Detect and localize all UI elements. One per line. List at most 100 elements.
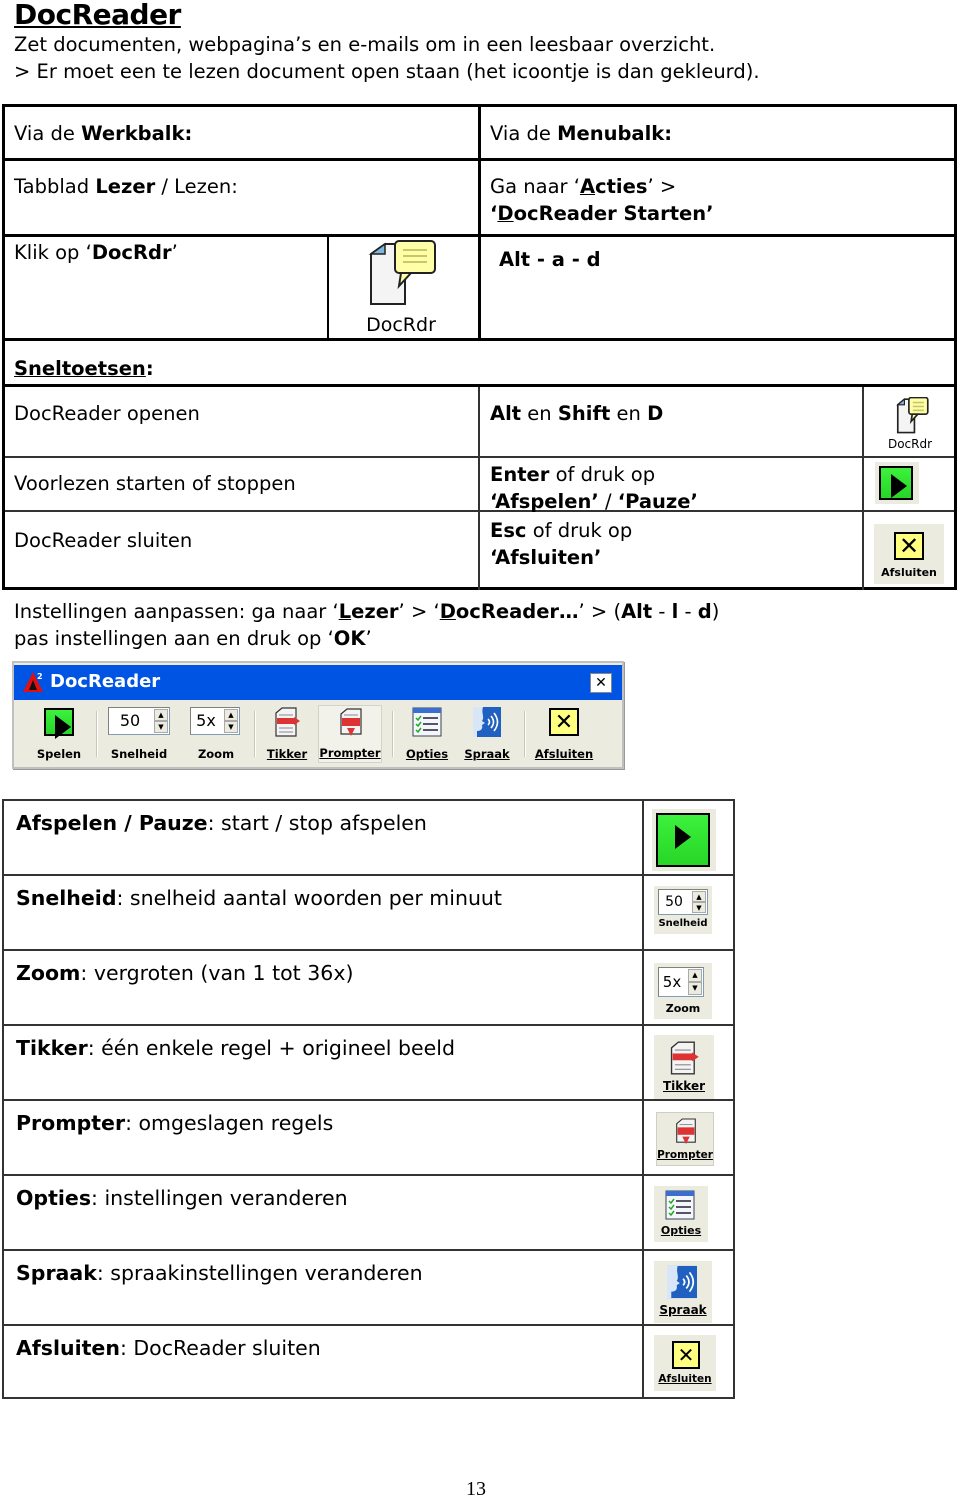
click-target: DocRdr [91,241,172,264]
toolbar-separator [96,711,98,757]
open-docreader-table: Via de Werkbalk: Via de Menubalk: Tabbla… [2,104,957,590]
close-x-icon: ✕ [549,708,579,736]
opties-label: Opties [402,747,452,761]
prompter-icon [676,1118,696,1145]
function-name: Afsluiten [16,1336,120,1360]
accel: L [338,600,352,623]
tab-suffix: / Lezen: [155,175,238,198]
app-logo-icon: 2 [23,672,43,692]
afsluiten-sample-button[interactable]: ✕ Afsluiten [654,1335,716,1391]
play-icon [44,708,74,739]
page-title: DocReader [14,0,181,31]
toolbar-prompter-button[interactable]: Prompter [318,705,382,763]
play-icon [879,466,913,500]
spraak-sample-label-text: Spraak [659,1303,707,1317]
text: ’ > ( [578,600,622,623]
click-prefix: Klik op ‘ [14,241,92,264]
afsluiten-label-text: Afsluiten [534,747,594,761]
toolbar-separator [524,711,526,757]
prompter-sample-label-text: Prompter [657,1149,713,1161]
function-row: Prompter: omgeslagen regels [16,1111,333,1135]
function-desc: : één enkele regel + origineel beeld [87,1036,455,1060]
speed-spinner[interactable]: 50 ▲ ▼ [108,707,170,735]
function-desc: : omgeslagen regels [125,1111,334,1135]
divider [4,874,733,876]
function-name: Prompter [16,1111,126,1135]
text: Instellingen aanpassen: ga naar ‘ [14,600,339,623]
function-row: Opties: instellingen veranderen [16,1186,348,1210]
function-row: Afsluiten: DocReader sluiten [16,1336,321,1360]
prompter-sample-button[interactable]: Prompter [656,1112,714,1166]
tikker-sample-button[interactable]: Tikker [654,1035,714,1099]
toolbar-header: Via de Werkbalk: [14,120,192,147]
key-esc: Esc [490,519,527,542]
spin-up-button: ▲ [688,969,702,982]
menubar-header: Via de Menubalk: [490,120,672,147]
spraak-sample-button[interactable]: Spraak [654,1261,712,1323]
toolbar-tikker-button[interactable]: Tikker [262,705,312,763]
tikker-sample-label-text: Tikker [663,1079,705,1093]
zoom-spinner-sample[interactable]: 5x ▲ ▼ Zoom [654,963,712,1019]
speed-spinner-sample[interactable]: 50 ▲ ▼ Snelheid [654,886,712,934]
toolbar-spraak-button[interactable]: Spraak [462,705,512,763]
window-title: DocReader [50,671,161,692]
docrdr-small-button[interactable]: DocRdr [885,396,935,455]
function-name: Snelheid [16,886,117,910]
spin-up-button[interactable]: ▲ [224,709,238,721]
docreader-window: 2 DocReader ✕ Spelen 50 ▲ ▼ Snelheid 5x ▲… [12,661,624,769]
speed-value: 50 [119,711,141,730]
zoom-spinner[interactable]: 5x ▲ ▼ [190,707,240,735]
btn-pauze-ref: ‘Pauze’ [617,490,698,513]
spin-up-button[interactable]: ▲ [154,709,168,721]
function-name: Afspelen / Pauze [16,811,208,835]
docrdr-icon [896,396,929,434]
opties-sample-button[interactable]: Opties [654,1186,708,1242]
functions-table: Afspelen / Pauze: start / stop afspelen … [2,799,735,1399]
divider [327,234,329,338]
speed-control: 50 ▲ ▼ Snelheid [106,705,172,763]
spinner-buttons: ▲ ▼ [154,709,168,733]
toolbar-play-button[interactable]: Spelen [28,705,90,763]
intro-note: > Er moet een te lezen document open sta… [14,60,760,83]
key-enter: Enter [490,463,550,486]
btn-afsluiten-ref: ‘Afsluiten’ [490,546,602,569]
play-icon [656,813,710,867]
window-close-button[interactable]: ✕ [590,673,612,693]
spinner-buttons: ▲ ▼ [688,969,702,995]
function-desc: : vergroten (van 1 tot 36x) [80,961,354,985]
toolbar-opties-button[interactable]: Opties [402,705,452,763]
shortcut-action: Voorlezen starten of stoppen [14,472,296,495]
spin-down-button[interactable]: ▼ [224,721,238,733]
opties-sample-label: Opties [654,1224,708,1237]
quote: ’ [706,202,714,225]
shortcut-keys: Enter of druk op ‘Afspelen’ / ‘Pauze’ [490,461,698,515]
divider [4,1174,733,1176]
spin-down-button[interactable]: ▼ [154,721,168,733]
toolbar-afsluiten-button[interactable]: ✕ Afsluiten [532,705,596,763]
prompter-sample-label: Prompter [657,1149,713,1161]
divider [4,1324,733,1326]
shortcut-action: DocReader openen [14,402,200,425]
function-desc: : start / stop afspelen [207,811,427,835]
btn-afspelen-ref: ‘Afspelen’ [490,490,599,513]
menu-acties-rest: cties [595,175,648,198]
afsluiten-small-button[interactable]: ✕ Afsluiten [874,524,944,584]
prompter-label: Prompter [319,746,381,760]
text: ’ > ‘ [398,600,440,623]
docrdr-button[interactable]: DocRdr [361,240,441,338]
opties-label-text: Opties [405,747,449,761]
divider [4,1099,733,1101]
key-alt: Alt [490,402,522,425]
docrdr-icon [368,240,436,305]
sep: / [598,490,618,513]
spinner-buttons: ▲ ▼ [224,709,238,733]
play-small-button[interactable] [875,462,919,504]
divider [5,456,954,458]
play-large-button[interactable] [652,809,716,871]
shortcut-keys: Alt en Shift en D [490,400,663,427]
docrdr-small-label: DocRdr [887,437,933,451]
afsluiten-sample-label-text: Afsluiten [658,1373,712,1385]
window-titlebar[interactable]: 2 DocReader ✕ [14,665,622,700]
function-desc: : spraakinstellingen veranderen [96,1261,423,1285]
text: ’ [365,627,372,650]
